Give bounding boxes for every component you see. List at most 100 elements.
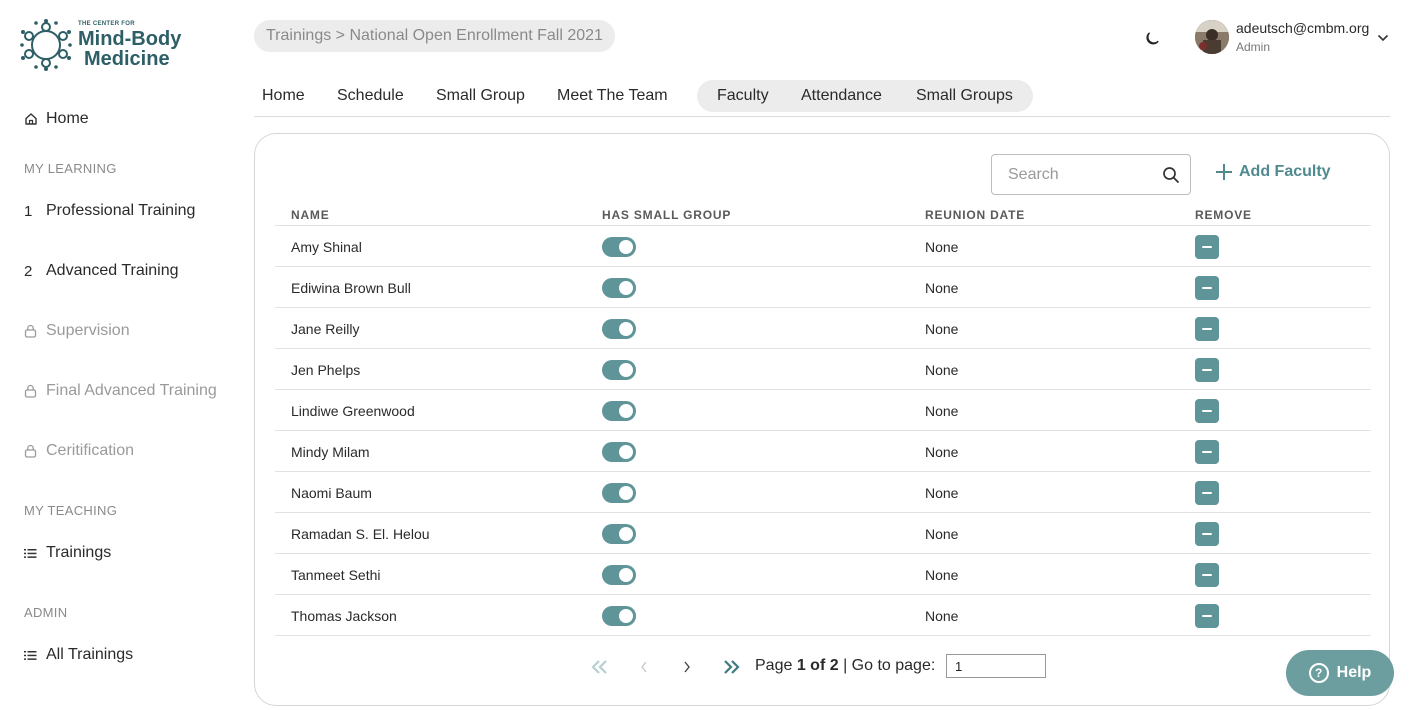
sidebar-item-final-advanced-training: Final Advanced Training (24, 382, 217, 400)
table-row: Mindy Milam None (275, 431, 1371, 472)
column-header-reunion-date[interactable]: REUNION DATE (925, 208, 1025, 222)
list-icon (24, 548, 46, 559)
reunion-date: None (925, 444, 959, 460)
sidebar-item-advanced-training[interactable]: 2 Advanced Training (24, 262, 179, 280)
small-group-toggle[interactable] (602, 237, 636, 257)
reunion-date: None (925, 608, 959, 624)
small-group-toggle[interactable] (602, 442, 636, 462)
faculty-name: Jen Phelps (291, 362, 361, 378)
table-row: Tanmeet Sethi None (275, 554, 1371, 595)
column-header-has-small-group[interactable]: HAS SMALL GROUP (602, 208, 731, 222)
tab-small-groups[interactable]: Small Groups (916, 80, 1013, 112)
tab-small-group[interactable]: Small Group (436, 80, 525, 112)
column-header-name[interactable]: NAME (291, 208, 330, 222)
faculty-name: Mindy Milam (291, 444, 370, 460)
reunion-date: None (925, 280, 959, 296)
section-my-teaching: MY TEACHING (24, 503, 118, 518)
table-row: Amy Shinal None (275, 226, 1371, 267)
reunion-date: None (925, 403, 959, 419)
brand-logo[interactable]: THE CENTER FOR Mind-Body Medicine (20, 18, 181, 72)
small-group-toggle[interactable] (602, 319, 636, 339)
page-count: 1 of 2 (796, 657, 839, 674)
training-tabs: Home Schedule Small Group Meet The Team … (254, 80, 1390, 117)
remove-button[interactable] (1195, 440, 1219, 464)
user-menu[interactable]: adeutsch@cmbm.org Admin (1195, 20, 1389, 54)
table-row: Ramadan S. El. Helou None (275, 513, 1371, 554)
section-my-learning: MY LEARNING (24, 161, 117, 176)
faculty-name: Lindiwe Greenwood (291, 403, 415, 419)
sidebar-item-home[interactable]: Home (24, 110, 89, 128)
small-group-toggle[interactable] (602, 483, 636, 503)
search-input[interactable] (1008, 165, 1158, 184)
sidebar: THE CENTER FOR Mind-Body Medicine Home M… (0, 0, 240, 710)
user-role: Admin (1236, 40, 1271, 54)
last-page-icon[interactable] (720, 656, 742, 678)
chevron-down-icon[interactable] (1377, 29, 1389, 47)
lock-icon (24, 384, 46, 398)
sidebar-item-label: Trainings (46, 544, 112, 561)
remove-button[interactable] (1195, 481, 1219, 505)
remove-button[interactable] (1195, 563, 1219, 587)
sidebar-item-trainings[interactable]: Trainings (24, 544, 111, 562)
list-icon (24, 650, 46, 661)
small-group-toggle[interactable] (602, 401, 636, 421)
sidebar-item-professional-training[interactable]: 1 Professional Training (24, 202, 195, 220)
tab-faculty[interactable]: Faculty (717, 80, 769, 112)
go-to-page-input[interactable] (946, 654, 1046, 678)
sidebar-item-label: Professional Training (46, 202, 196, 219)
small-group-toggle[interactable] (602, 606, 636, 626)
brand-tagline: THE CENTER FOR (78, 21, 135, 27)
small-group-toggle[interactable] (602, 278, 636, 298)
remove-button[interactable] (1195, 235, 1219, 259)
avatar (1195, 20, 1229, 54)
column-header-remove: REMOVE (1195, 208, 1252, 222)
next-page-icon[interactable] (676, 656, 698, 678)
user-email: adeutsch@cmbm.org (1236, 20, 1370, 36)
remove-button[interactable] (1195, 317, 1219, 341)
reunion-date: None (925, 362, 959, 378)
breadcrumb[interactable]: Trainings > National Open Enrollment Fal… (254, 20, 615, 52)
lock-icon (24, 444, 46, 458)
tab-schedule[interactable]: Schedule (337, 80, 404, 112)
reunion-date: None (925, 567, 959, 583)
faculty-name: Amy Shinal (291, 239, 362, 255)
sidebar-item-all-trainings[interactable]: All Trainings (24, 646, 133, 664)
brand-name-line2: Medicine (84, 48, 170, 70)
tab-attendance[interactable]: Attendance (801, 80, 882, 112)
reunion-date: None (925, 321, 959, 337)
page-word: Page (755, 657, 793, 674)
lock-icon (24, 324, 46, 338)
add-faculty-button[interactable]: Add Faculty (1215, 162, 1331, 182)
search-box[interactable] (991, 154, 1191, 195)
tab-home[interactable]: Home (262, 80, 305, 112)
remove-button[interactable] (1195, 522, 1219, 546)
small-group-toggle[interactable] (602, 565, 636, 585)
plus-icon (1215, 162, 1233, 182)
step-number: 1 (24, 202, 33, 220)
table-header: NAME HAS SMALL GROUP REUNION DATE REMOVE (275, 206, 1371, 226)
help-button[interactable]: ? Help (1286, 650, 1394, 696)
reunion-date: None (925, 239, 959, 255)
home-icon (24, 112, 46, 126)
moon-icon (1146, 32, 1159, 45)
small-group-toggle[interactable] (602, 360, 636, 380)
remove-button[interactable] (1195, 276, 1219, 300)
remove-button[interactable] (1195, 399, 1219, 423)
previous-page-icon[interactable] (633, 656, 655, 678)
faculty-name: Tanmeet Sethi (291, 567, 381, 583)
faculty-card: Add Faculty NAME HAS SMALL GROUP REUNION… (254, 133, 1390, 706)
table-row: Naomi Baum None (275, 472, 1371, 513)
reunion-date: None (925, 526, 959, 542)
tab-meet-the-team[interactable]: Meet The Team (557, 80, 668, 112)
add-faculty-label: Add Faculty (1239, 163, 1331, 180)
brand-name-line1: Mind-Body (78, 28, 182, 50)
first-page-icon[interactable] (589, 656, 611, 678)
search-icon[interactable] (1162, 166, 1180, 184)
theme-toggle-button[interactable] (1142, 29, 1162, 49)
small-group-toggle[interactable] (602, 524, 636, 544)
remove-button[interactable] (1195, 358, 1219, 382)
faculty-name: Ramadan S. El. Helou (291, 526, 430, 542)
table-row: Thomas Jackson None (275, 595, 1371, 636)
remove-button[interactable] (1195, 604, 1219, 628)
pagination: Page 1 of 2 | Go to page: (589, 652, 1149, 680)
